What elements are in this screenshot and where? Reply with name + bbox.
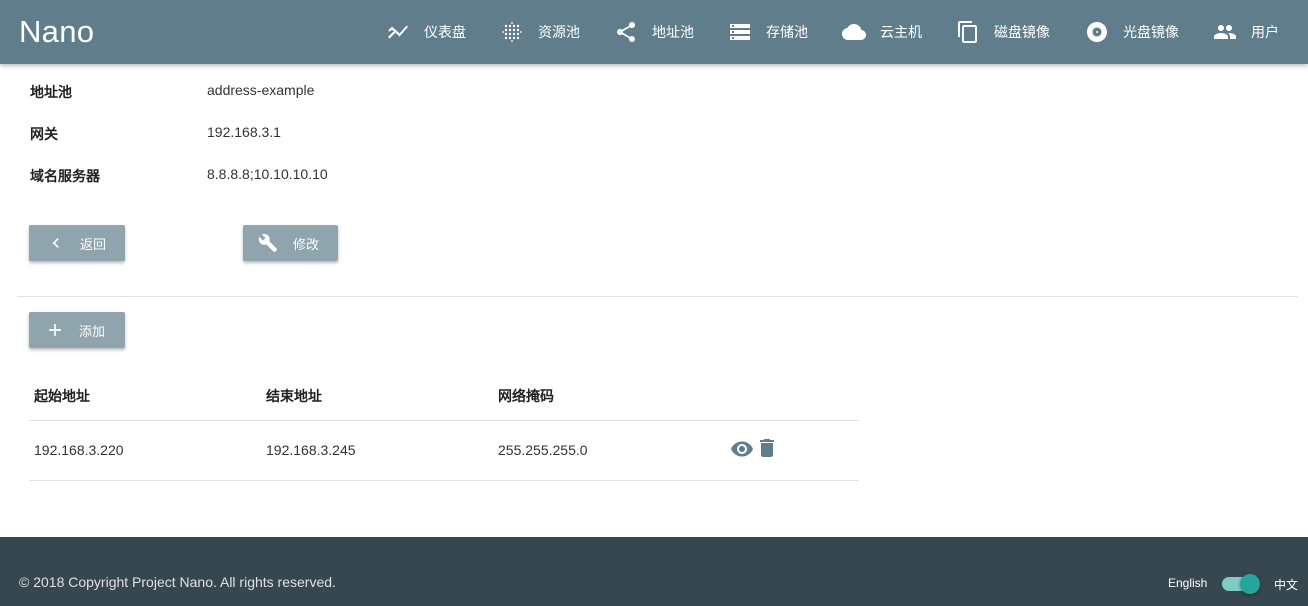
nav-label: 仪表盘 — [424, 25, 466, 41]
storage-icon — [728, 20, 752, 44]
nav-label: 地址池 — [652, 25, 694, 41]
nav-cloud-instance[interactable]: 云主机 — [842, 0, 922, 64]
row-divider — [29, 480, 859, 481]
nav-storage-pool[interactable]: 存储池 — [728, 0, 808, 64]
end-address-cell: 192.168.3.245 — [266, 442, 356, 458]
chevron-left-icon — [46, 233, 66, 253]
column-header-netmask: 网络掩码 — [498, 389, 554, 405]
column-header-start: 起始地址 — [34, 389, 90, 405]
back-button-label: 返回 — [80, 237, 107, 253]
trending-icon — [386, 20, 410, 44]
share-icon — [614, 20, 638, 44]
pool-name-label: 地址池 — [30, 85, 72, 101]
add-range-button[interactable]: 添加 — [29, 312, 125, 348]
nav-label: 用户 — [1251, 25, 1279, 41]
language-english-label: English — [1168, 576, 1208, 590]
nav-user[interactable]: 用户 — [1213, 0, 1279, 64]
nav-disk-image[interactable]: 磁盘镜像 — [956, 0, 1050, 64]
language-switch-thumb[interactable] — [1240, 574, 1260, 594]
netmask-cell: 255.255.255.0 — [498, 442, 588, 458]
people-icon — [1213, 20, 1237, 44]
modify-button[interactable]: 修改 — [243, 225, 338, 261]
footer: © 2018 Copyright Project Nano. All right… — [0, 537, 1308, 606]
nav-label: 磁盘镜像 — [994, 25, 1050, 41]
disc-icon — [1085, 20, 1109, 44]
nav-address-pool[interactable]: 地址池 — [614, 0, 694, 64]
nav-label: 存储池 — [766, 25, 808, 41]
pool-name-value: address-example — [207, 82, 315, 98]
cloud-icon — [842, 20, 866, 44]
nav-dashboard[interactable]: 仪表盘 — [386, 0, 466, 64]
start-address-cell: 192.168.3.220 — [34, 442, 124, 458]
gateway-label: 网关 — [30, 127, 58, 143]
grain-icon — [500, 20, 524, 44]
nav-resource-pool[interactable]: 资源池 — [500, 0, 580, 64]
dns-label: 域名服务器 — [30, 169, 100, 185]
add-button-label: 添加 — [79, 324, 106, 340]
header-divider — [29, 420, 859, 421]
trash-icon[interactable] — [755, 436, 779, 460]
nav-label: 资源池 — [538, 25, 580, 41]
column-header-end: 结束地址 — [266, 389, 322, 405]
wrench-icon — [258, 233, 278, 253]
section-divider — [17, 296, 1298, 297]
back-button[interactable]: 返回 — [29, 225, 125, 261]
app-bar: Nano 仪表盘 资源池 地址池 存储池 云主机 磁盘镜像 光盘镜像 用户 — [0, 0, 1308, 64]
brand-logo[interactable]: Nano — [19, 14, 94, 50]
nav-label: 光盘镜像 — [1123, 25, 1179, 41]
modify-button-label: 修改 — [293, 237, 320, 253]
language-chinese-label: 中文 — [1274, 578, 1299, 592]
plus-icon — [45, 320, 65, 340]
copyright-text: © 2018 Copyright Project Nano. All right… — [19, 574, 336, 590]
dns-value: 8.8.8.8;10.10.10.10 — [207, 166, 328, 182]
eye-icon[interactable] — [730, 437, 754, 461]
nav-label: 云主机 — [880, 25, 922, 41]
nav-iso-image[interactable]: 光盘镜像 — [1085, 0, 1179, 64]
gateway-value: 192.168.3.1 — [207, 124, 281, 140]
copy-icon — [956, 20, 980, 44]
